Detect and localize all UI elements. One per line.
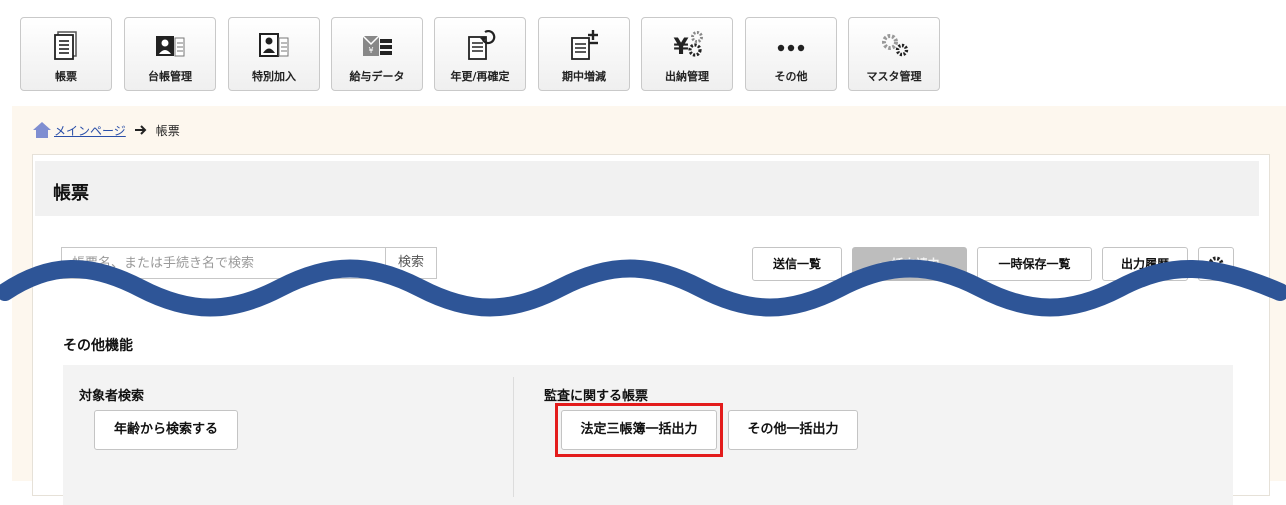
toolbar-label: 出納管理 bbox=[665, 70, 709, 83]
person-card-icon bbox=[156, 36, 185, 57]
gears-icon bbox=[882, 34, 909, 57]
svg-text:¥: ¥ bbox=[368, 46, 373, 55]
arrow-right-icon bbox=[134, 125, 147, 135]
search-by-age-button[interactable]: 年齢から検索する bbox=[94, 410, 238, 450]
toolbar-button-salary-data[interactable]: ¥ 給与データ bbox=[331, 17, 423, 91]
ledger-icon bbox=[54, 31, 77, 60]
other-functions-box: 対象者検索 年齢から検索する 監査に関する帳票 法定三帳簿一括出力 その他一括出… bbox=[63, 365, 1233, 505]
toolbar-button-ledger-management[interactable]: 台帳管理 bbox=[124, 17, 216, 91]
breadcrumb-home-link[interactable]: メインページ bbox=[54, 122, 126, 139]
annual-update-icon bbox=[468, 29, 496, 60]
toolbar-label: マスタ管理 bbox=[866, 70, 922, 83]
audit-forms-title: 監査に関する帳票 bbox=[544, 389, 649, 404]
toolbar-label: その他 bbox=[774, 70, 808, 83]
toolbar-button-master-management[interactable]: マスタ管理 bbox=[848, 17, 940, 91]
toolbar-button-special-enrollment[interactable]: 特別加入 bbox=[228, 17, 320, 91]
more-dots-icon bbox=[777, 44, 805, 52]
other-bulk-output-button[interactable]: その他一括出力 bbox=[728, 410, 858, 450]
column-divider bbox=[513, 377, 514, 497]
wave-divider bbox=[0, 259, 1286, 317]
home-icon[interactable] bbox=[32, 121, 52, 139]
toolbar-label: 給与データ bbox=[349, 70, 405, 83]
toolbar-label: 年更/再確定 bbox=[450, 70, 510, 83]
toolbar-button-annual-update[interactable]: 年更/再確定 bbox=[434, 17, 526, 91]
page-header: 帳票 bbox=[35, 161, 1259, 216]
page-title: 帳票 bbox=[53, 183, 89, 204]
section-title-other-functions: その他機能 bbox=[63, 338, 133, 354]
special-person-icon bbox=[259, 33, 289, 57]
target-search-title: 対象者検索 bbox=[79, 389, 145, 404]
toolbar-label: 特別加入 bbox=[252, 70, 296, 83]
toolbar-label: 台帳管理 bbox=[148, 70, 192, 83]
top-toolbar: 帳票 台帳管理 特別加入 ¥ 給与データ 年更/再確定 期中増減 ¥ 出納管理 … bbox=[0, 0, 1286, 106]
toolbar-button-cash-management[interactable]: ¥ 出納管理 bbox=[641, 17, 733, 91]
salary-data-icon: ¥ bbox=[362, 35, 392, 56]
content-panel: 帳票 検索 送信一覧 一括申請中 一時保存一覧 出力履歴 その他機能 対象者検索… bbox=[32, 154, 1270, 505]
toolbar-button-midterm-change[interactable]: 期中増減 bbox=[538, 17, 630, 91]
breadcrumb-current: 帳票 bbox=[155, 123, 180, 138]
toolbar-label: 期中増減 bbox=[562, 70, 606, 83]
breadcrumb: メインページ 帳票 bbox=[32, 120, 180, 140]
doc-plus-minus-icon bbox=[571, 30, 598, 60]
yen-gear-icon: ¥ bbox=[673, 31, 703, 60]
toolbar-label: 帳票 bbox=[55, 70, 77, 83]
toolbar-button-other[interactable]: その他 bbox=[745, 17, 837, 91]
toolbar-button-ledger[interactable]: 帳票 bbox=[20, 17, 112, 91]
svg-text:¥: ¥ bbox=[673, 35, 689, 60]
highlight-box bbox=[555, 403, 723, 457]
